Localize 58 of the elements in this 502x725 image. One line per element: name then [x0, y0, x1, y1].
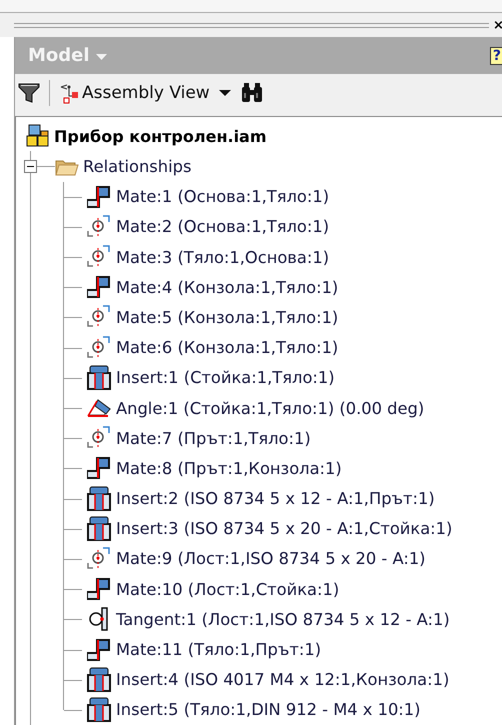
tree-connector	[63, 574, 82, 604]
tree-item[interactable]: Mate:8 (Прът:1,Конзола:1)	[116, 458, 342, 478]
mate-constraint-icon	[86, 184, 112, 210]
tree-item[interactable]: Insert:3 (ISO 8734 5 x 20 - A:1,Стойка:1)	[116, 519, 452, 538]
tree-connector	[63, 272, 82, 302]
view-dropdown[interactable]: Assembly View	[59, 82, 210, 104]
tree-item[interactable]: Insert:1 (Стойка:1,Тяло:1)	[116, 368, 335, 388]
tree-item[interactable]: Mate:6 (Конзола:1,Тяло:1)	[116, 338, 338, 358]
tree-item[interactable]: Insert:4 (ISO 4017 M4 x 12:1,Конзола:1)	[116, 670, 450, 690]
tree-item[interactable]: Insert:2 (ISO 8734 5 x 12 - A:1,Прът:1)	[116, 489, 435, 508]
tree-connector	[63, 514, 82, 544]
tree-item[interactable]: Mate:2 (Основа:1,Тяло:1)	[116, 217, 330, 236]
tree-item[interactable]: Insert:5 (Тяло:1,DIN 912 - M4 x 10:1)	[116, 700, 420, 720]
mate-constraint-icon	[86, 455, 112, 482]
tree-connector	[63, 544, 82, 574]
tree-connector	[63, 453, 82, 484]
help-button[interactable]: ?	[490, 46, 502, 65]
tree-item[interactable]: Mate:1 (Основа:1,Тяло:1)	[116, 187, 330, 206]
tree-item[interactable]: Mate:3 (Тяло:1,Основа:1)	[116, 248, 330, 267]
tree-connector	[63, 604, 82, 634]
tree-item[interactable]: Mate:4 (Конзола:1,Тяло:1)	[116, 278, 338, 297]
tree-connector	[63, 423, 82, 454]
tree-item[interactable]: Relationships	[83, 157, 192, 176]
insert-constraint-icon	[86, 666, 112, 693]
assembly-view-icon	[59, 82, 79, 104]
filter-icon[interactable]	[18, 82, 40, 104]
tree-connector	[63, 392, 82, 424]
close-button[interactable]: ×	[493, 18, 502, 32]
insert-constraint-icon	[86, 486, 112, 512]
tree-item[interactable]: Angle:1 (Стойка:1,Тяло:1) (0.00 deg)	[116, 398, 424, 418]
tree-connector	[63, 242, 82, 272]
tree-item[interactable]: Mate:10 (Лост:1,Стойка:1)	[116, 580, 340, 599]
tree-connector	[63, 212, 82, 242]
assembly-icon	[26, 124, 50, 148]
axis-mate-icon	[86, 334, 112, 361]
axis-mate-icon	[86, 214, 112, 240]
tree-item[interactable]: Mate:5 (Конзола:1,Тяло:1)	[116, 308, 338, 327]
tree-item[interactable]: Tangent:1 (Лост:1,ISO 8734 5 x 12 - A:1)	[116, 610, 450, 629]
tree-connector	[63, 302, 82, 333]
mate-constraint-icon	[86, 274, 112, 300]
tree-item[interactable]: Mate:9 (Лост:1,ISO 8734 5 x 20 - A:1)	[116, 549, 426, 568]
mate-constraint-icon	[86, 576, 112, 602]
tree-connector	[63, 182, 82, 212]
axis-mate-icon	[86, 546, 112, 572]
tree-connector	[63, 634, 82, 665]
mate-constraint-icon	[86, 636, 112, 663]
insert-constraint-icon	[86, 516, 112, 542]
caret-icon[interactable]	[218, 90, 231, 96]
collapse-toggle[interactable]	[24, 160, 37, 174]
tree-connector	[63, 332, 82, 363]
tree-connector	[63, 484, 82, 514]
tree-item[interactable]: Mate:7 (Прът:1,Тяло:1)	[116, 428, 311, 448]
insert-constraint-icon	[86, 696, 112, 723]
tree-item[interactable]: Прибор контролен.iam	[54, 126, 267, 146]
binoculars-icon[interactable]	[240, 83, 264, 104]
insert-constraint-icon	[86, 364, 112, 391]
tree-item[interactable]: Mate:11 (Тяло:1,Прът:1)	[116, 640, 322, 660]
tree-connector	[63, 362, 82, 393]
